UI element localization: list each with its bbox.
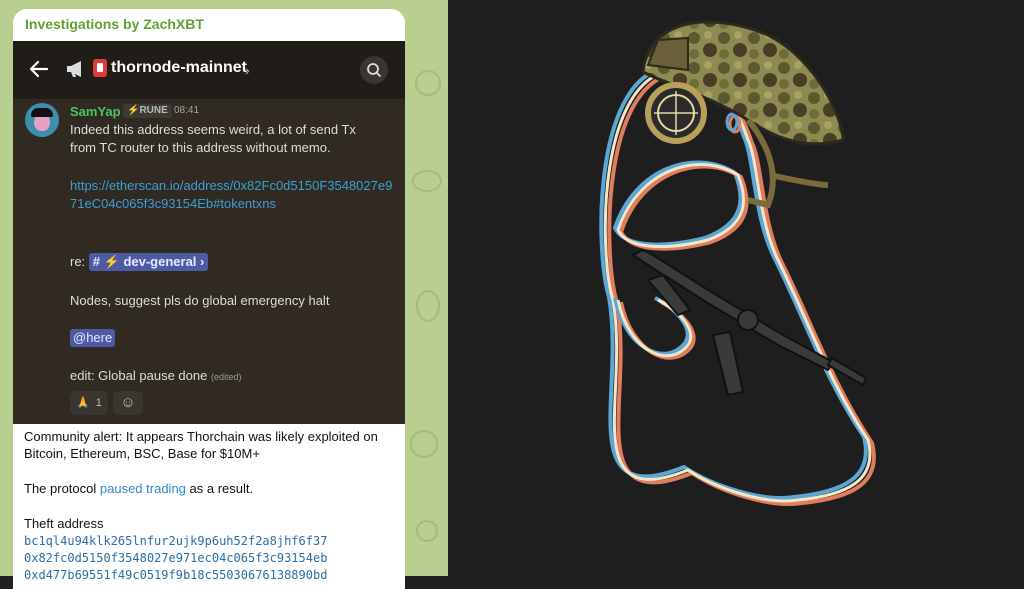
rune-tag-label: RUNE: [139, 105, 168, 116]
ghost-soldier-illustration: [599, 20, 876, 506]
back-arrow-icon[interactable]: [27, 57, 51, 81]
chevron-right-icon[interactable]: ›: [245, 62, 250, 78]
discord-screenshot: thornode-mainnet › SamYap ⚡RUNE 08:41 In…: [13, 41, 405, 424]
mention-line: @here: [70, 329, 395, 347]
etherscan-link[interactable]: https://etherscan.io/address/0x82Fc0d515…: [70, 177, 395, 213]
illustration-panel: [448, 0, 1024, 576]
theft-address-2[interactable]: 0x82fc0d5150f3548027e971ec04c065f3c93154…: [24, 550, 394, 567]
avatar[interactable]: [25, 103, 59, 137]
edit-line: edit: Global pause done (edited): [70, 367, 395, 386]
alert-badge-icon: [93, 59, 107, 77]
protocol-prefix: The protocol: [24, 481, 97, 496]
search-button[interactable]: [360, 56, 388, 84]
here-mention[interactable]: @here: [70, 329, 116, 347]
reply-reference: re: # ⚡ dev-general ›: [70, 253, 395, 271]
message-nodes: Nodes, suggest pls do global emergency h…: [70, 293, 330, 308]
message-line-2: from TC router to this address without m…: [70, 140, 331, 155]
protocol-suffix: as a result.: [189, 481, 254, 496]
channel-name[interactable]: thornode-mainnet: [111, 59, 247, 77]
discord-topbar: thornode-mainnet ›: [13, 41, 405, 99]
reaction-count: 1: [95, 397, 102, 409]
theft-address-1[interactable]: bc1ql4u94klk265lnfur2ujk9p6uh52f2a8jhf6f…: [24, 533, 394, 550]
pray-emoji-icon: 🙏: [76, 397, 90, 409]
bolt-icon: ⚡: [127, 105, 140, 116]
message-timestamp: 08:41: [174, 105, 200, 116]
add-reaction-button[interactable]: ☺: [113, 391, 143, 415]
channel-title[interactable]: Investigations by ZachXBT: [25, 16, 204, 32]
megaphone-icon: [67, 61, 81, 77]
author-name[interactable]: SamYap: [70, 104, 121, 119]
search-icon: [367, 63, 381, 77]
smiley-icon: ☺: [120, 394, 136, 411]
channel-mention[interactable]: # ⚡ dev-general ›: [88, 253, 209, 271]
edit-text: edit: Global pause done: [70, 368, 208, 383]
rune-tag: ⚡RUNE: [123, 104, 172, 118]
paused-trading-link[interactable]: paused trading: [100, 481, 186, 496]
telegram-message-card: Investigations by ZachXBT thornode-mainn…: [13, 9, 405, 589]
reaction-pray[interactable]: 🙏 1: [70, 391, 108, 415]
theft-label: Theft address: [24, 516, 104, 531]
edited-label: (edited): [210, 372, 242, 382]
reply-prefix: re:: [70, 254, 86, 269]
alert-text: Community alert: It appears Thorchain wa…: [24, 429, 378, 461]
protocol-line: The protocol paused trading as a result.: [24, 480, 394, 497]
message-line-1: Indeed this address seems weird, a lot o…: [70, 122, 356, 137]
channel-mention-label: dev-general: [123, 254, 197, 269]
